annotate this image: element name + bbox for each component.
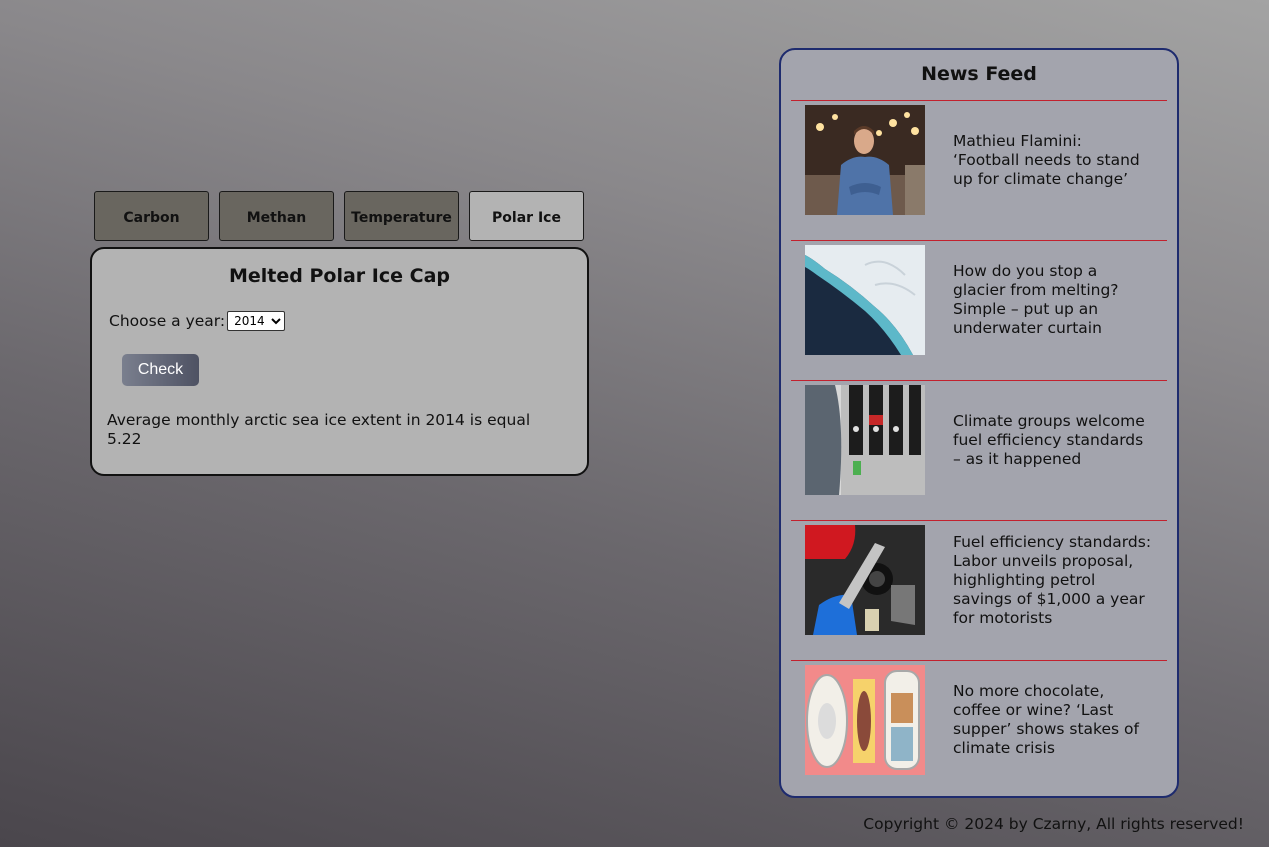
year-row: Choose a year: 2014 <box>109 311 286 331</box>
news-item[interactable]: No more chocolate, coffee or wine? ‘Last… <box>791 660 1167 801</box>
panel-title: Melted Polar Ice Cap <box>229 265 450 287</box>
refuelling-car-photo[interactable] <box>805 525 925 635</box>
result-text: Average monthly arctic sea ice extent in… <box>107 411 531 448</box>
fuel-pump-nozzles-photo[interactable] <box>805 385 925 495</box>
last-supper-plates-photo[interactable] <box>805 665 925 775</box>
man-in-restaurant-photo[interactable] <box>805 105 925 215</box>
check-button[interactable]: Check <box>122 354 199 386</box>
news-item[interactable]: Fuel efficiency standards: Labor unveils… <box>791 520 1167 661</box>
year-label: Choose a year: <box>109 312 226 330</box>
news-headline[interactable]: Climate groups welcome fuel efficiency s… <box>953 381 1153 499</box>
news-feed: News Feed Mathieu Flamini: ‘Football nee… <box>779 48 1179 798</box>
copyright-footer: Copyright © 2024 by Czarny, All rights r… <box>863 815 1244 833</box>
tab-bar: Carbon Methan Temperature Polar Ice <box>94 191 584 241</box>
news-headline[interactable]: How do you stop a glacier from melting? … <box>953 241 1153 359</box>
polar-ice-panel: Melted Polar Ice Cap Choose a year: 2014… <box>90 247 589 476</box>
news-feed-title: News Feed <box>921 63 1037 85</box>
news-item[interactable]: How do you stop a glacier from melting? … <box>791 240 1167 381</box>
news-headline[interactable]: No more chocolate, coffee or wine? ‘Last… <box>953 661 1153 779</box>
year-select[interactable]: 2014 <box>227 311 286 331</box>
tab-polar-ice[interactable]: Polar Ice <box>469 191 584 241</box>
news-item[interactable]: Mathieu Flamini: ‘Football needs to stan… <box>791 100 1167 241</box>
tab-carbon[interactable]: Carbon <box>94 191 209 241</box>
news-headline[interactable]: Mathieu Flamini: ‘Football needs to stan… <box>953 101 1153 219</box>
news-item[interactable]: Climate groups welcome fuel efficiency s… <box>791 380 1167 521</box>
tab-methan[interactable]: Methan <box>219 191 334 241</box>
news-headline[interactable]: Fuel efficiency standards: Labor unveils… <box>953 521 1153 639</box>
tab-temperature[interactable]: Temperature <box>344 191 459 241</box>
glacier-aerial-photo[interactable] <box>805 245 925 355</box>
